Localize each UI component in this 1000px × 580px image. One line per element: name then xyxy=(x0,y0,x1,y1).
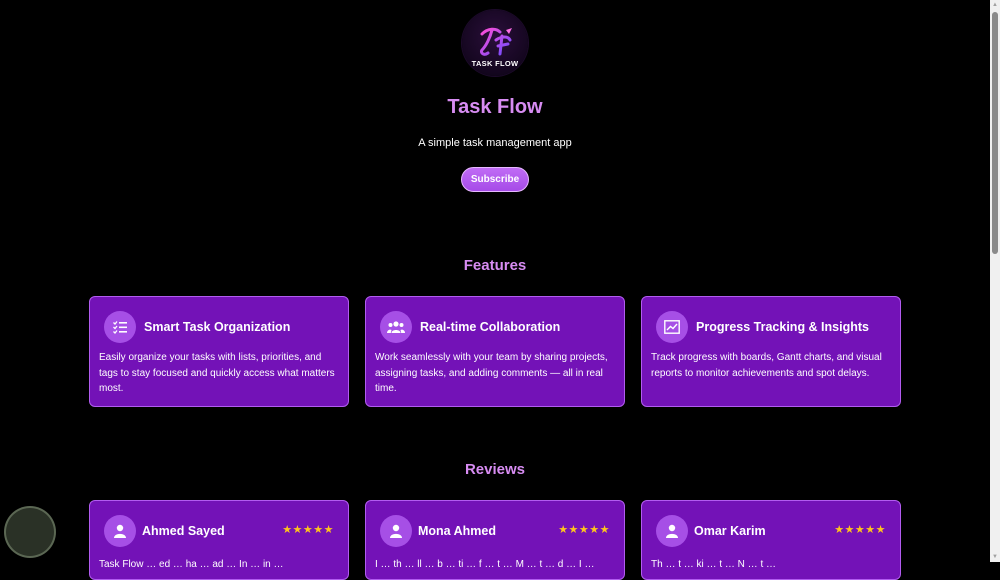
reviewer-name: Omar Karim xyxy=(694,524,766,538)
logo-text: TASK FLOW xyxy=(471,59,519,68)
checklist-icon xyxy=(104,311,136,343)
reviews-heading: Reviews xyxy=(464,461,526,478)
user-avatar-icon xyxy=(380,515,412,547)
star-rating: ★★★★★ xyxy=(558,524,610,536)
landing-page: TASK FLOW Task Flow A simple task manage… xyxy=(0,0,990,580)
scroll-down-arrow-icon[interactable]: ▼ xyxy=(990,552,1000,562)
app-tagline: A simple task management app xyxy=(418,137,572,149)
group-icon xyxy=(380,311,412,343)
feature-card-task-organization: Smart Task Organization Easily organize … xyxy=(89,296,349,407)
scroll-up-arrow-icon[interactable]: ▲ xyxy=(990,0,1000,10)
app-title: Task Flow xyxy=(447,96,543,118)
feature-title: Progress Tracking & Insights xyxy=(696,320,869,334)
vertical-scrollbar[interactable]: ▲ ▼ xyxy=(990,0,1000,562)
user-avatar-icon xyxy=(104,515,136,547)
feature-description: Track progress with boards, Gantt charts… xyxy=(651,352,882,379)
feature-description: Work seamlessly with your team by sharin… xyxy=(375,352,608,394)
reviewer-name: Ahmed Sayed xyxy=(142,524,225,538)
star-rating: ★★★★★ xyxy=(834,524,886,536)
chart-icon xyxy=(656,311,688,343)
review-text: Th … t … ki … t … N … t … xyxy=(651,559,777,570)
feature-card-collaboration: Real-time Collaboration Work seamlessly … xyxy=(365,296,625,407)
feature-card-progress-tracking: Progress Tracking & Insights Track progr… xyxy=(641,296,901,407)
features-heading: Features xyxy=(463,257,527,274)
user-avatar-icon xyxy=(656,515,688,547)
review-card: Omar Karim ★★★★★ Th … t … ki … t … N … t… xyxy=(641,500,901,580)
scrollbar-thumb[interactable] xyxy=(992,12,998,254)
review-text: Task Flow … ed … ha … ad … In … in … xyxy=(99,559,284,570)
watermark-badge xyxy=(4,506,56,558)
star-rating: ★★★★★ xyxy=(282,524,334,536)
subscribe-button[interactable]: Subscribe xyxy=(461,167,529,192)
reviewer-name: Mona Ahmed xyxy=(418,524,497,538)
feature-title: Smart Task Organization xyxy=(144,320,291,334)
feature-title: Real-time Collaboration xyxy=(420,320,561,334)
review-card: Mona Ahmed ★★★★★ I … th … ll … b … ti … … xyxy=(365,500,625,580)
review-text: I … th … ll … b … ti … f … t … M … t … d… xyxy=(375,559,595,570)
feature-description: Easily organize your tasks with lists, p… xyxy=(99,352,335,394)
task-flow-logo: TASK FLOW xyxy=(462,10,528,76)
review-card: Ahmed Sayed ★★★★★ Task Flow … ed … ha … … xyxy=(89,500,349,580)
